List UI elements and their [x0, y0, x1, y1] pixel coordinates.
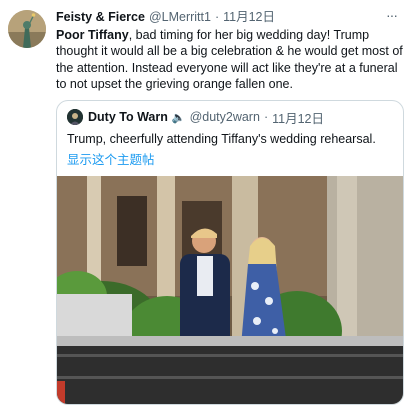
statue-of-liberty-avatar-image — [8, 10, 46, 48]
tweet-header: Feisty & Fierce @LMerritt1 · 11月12日 — [56, 8, 406, 26]
speaker-emoji: 🔈 — [171, 111, 186, 124]
tweet-text: Poor Tiffany, bad timing for her big wed… — [56, 27, 404, 93]
quoted-avatar-image — [67, 109, 83, 125]
author-name[interactable]: Feisty & Fierce — [56, 8, 145, 26]
quoted-tweet-photo[interactable] — [57, 176, 403, 404]
tweet: Feisty & Fierce @LMerritt1 · 11月12日 Poor… — [56, 8, 406, 93]
quoted-author-avatar — [67, 109, 83, 125]
author-avatar[interactable] — [8, 10, 46, 48]
quoted-tweet[interactable]: Duty To Warn 🔈 @duty2warn · 11月12日 Trump… — [56, 100, 404, 405]
more-dots-icon[interactable]: ··· — [386, 7, 398, 23]
quoted-tweet-text: Trump, cheerfully attending Tiffany's we… — [67, 132, 376, 146]
header-separator: · — [214, 10, 220, 24]
quoted-header-separator: · — [263, 110, 269, 124]
author-handle[interactable]: @LMerritt1 — [149, 8, 211, 26]
show-thread-link[interactable]: 显示这个主题帖 — [67, 152, 403, 169]
quoted-author-handle: @duty2warn — [189, 110, 260, 124]
quoted-author-name: Duty To Warn — [88, 110, 168, 124]
wedding-rehearsal-photo — [57, 176, 403, 404]
tweet-text-bold-lead: Poor Tiffany — [56, 28, 129, 42]
quoted-tweet-date: 11月12日 — [272, 111, 324, 126]
tweet-date[interactable]: 11月12日 — [223, 8, 275, 26]
quoted-tweet-header: Duty To Warn 🔈 @duty2warn · 11月12日 — [67, 108, 403, 126]
